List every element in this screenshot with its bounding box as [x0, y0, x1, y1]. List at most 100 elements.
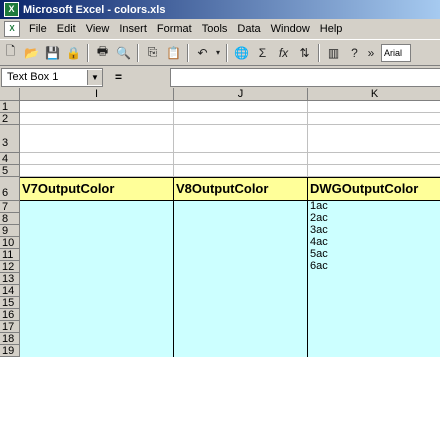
header-cell[interactable]: DWGOutputColor	[308, 177, 440, 201]
data-cell[interactable]	[308, 297, 440, 309]
new-icon[interactable]: 🗋	[1, 43, 20, 62]
empty-cell[interactable]	[308, 113, 440, 125]
row-header[interactable]: 13	[0, 273, 20, 285]
empty-cell[interactable]	[174, 113, 308, 125]
data-cell[interactable]	[20, 213, 174, 225]
data-cell[interactable]	[308, 333, 440, 345]
data-cell[interactable]	[308, 321, 440, 333]
more-buttons-icon[interactable]: »	[366, 43, 376, 62]
empty-cell[interactable]	[308, 125, 440, 153]
row-header[interactable]: 12	[0, 261, 20, 273]
empty-cell[interactable]	[308, 165, 440, 177]
data-cell[interactable]	[308, 285, 440, 297]
data-cell[interactable]	[20, 225, 174, 237]
data-cell[interactable]	[174, 309, 308, 321]
data-cell[interactable]	[174, 213, 308, 225]
row-header[interactable]: 15	[0, 297, 20, 309]
row-header[interactable]: 16	[0, 309, 20, 321]
empty-cell[interactable]	[20, 165, 174, 177]
data-cell[interactable]	[174, 201, 308, 213]
data-cell[interactable]	[20, 321, 174, 333]
data-cell[interactable]	[174, 321, 308, 333]
data-cell[interactable]: 2ac	[308, 213, 440, 225]
empty-cell[interactable]	[174, 165, 308, 177]
data-cell[interactable]	[174, 285, 308, 297]
menu-window[interactable]: Window	[266, 20, 315, 38]
empty-cell[interactable]	[174, 125, 308, 153]
empty-cell[interactable]	[20, 125, 174, 153]
print-preview-icon[interactable]: 🔍	[114, 43, 133, 62]
menu-data[interactable]: Data	[232, 20, 265, 38]
data-cell[interactable]: 3ac	[308, 225, 440, 237]
undo-icon[interactable]: ↶	[193, 43, 212, 62]
workbook-icon[interactable]: X	[4, 21, 20, 37]
help-icon[interactable]: ?	[345, 43, 364, 62]
data-cell[interactable]: 1ac	[308, 201, 440, 213]
row-header[interactable]: 4	[0, 153, 20, 165]
data-cell[interactable]	[20, 273, 174, 285]
undo-dropdown-icon[interactable]: ▾	[214, 43, 222, 62]
data-cell[interactable]	[20, 309, 174, 321]
row-header[interactable]: 11	[0, 249, 20, 261]
data-cell[interactable]	[20, 333, 174, 345]
select-all-corner[interactable]	[0, 88, 20, 101]
data-cell[interactable]	[20, 345, 174, 357]
copy-icon[interactable]: ⎘	[143, 43, 162, 62]
permission-icon[interactable]: 🔒	[64, 43, 83, 62]
save-icon[interactable]: 💾	[43, 43, 62, 62]
data-cell[interactable]: 4ac	[308, 237, 440, 249]
data-cell[interactable]	[174, 261, 308, 273]
menu-edit[interactable]: Edit	[52, 20, 81, 38]
column-header-i[interactable]: I	[20, 88, 174, 101]
column-header-j[interactable]: J	[174, 88, 308, 101]
empty-cell[interactable]	[308, 101, 440, 113]
empty-cell[interactable]	[20, 113, 174, 125]
row-header[interactable]: 7	[0, 201, 20, 213]
data-cell[interactable]	[20, 201, 174, 213]
row-header[interactable]: 8	[0, 213, 20, 225]
data-cell[interactable]	[20, 285, 174, 297]
data-cell[interactable]	[174, 345, 308, 357]
column-header-k[interactable]: K	[308, 88, 440, 101]
row-header[interactable]: 19	[0, 345, 20, 357]
sort-icon[interactable]: ⇅	[295, 43, 314, 62]
header-cell[interactable]: V8OutputColor	[174, 177, 308, 201]
empty-cell[interactable]	[308, 153, 440, 165]
row-header[interactable]: 18	[0, 333, 20, 345]
data-cell[interactable]	[20, 261, 174, 273]
data-cell[interactable]	[308, 345, 440, 357]
hyperlink-icon[interactable]: 🌐	[232, 43, 251, 62]
formula-input[interactable]	[170, 68, 440, 87]
menu-format[interactable]: Format	[152, 20, 197, 38]
row-header[interactable]: 9	[0, 225, 20, 237]
row-header[interactable]: 6	[0, 177, 20, 201]
empty-cell[interactable]	[174, 153, 308, 165]
row-header[interactable]: 17	[0, 321, 20, 333]
chevron-down-icon[interactable]: ▼	[87, 69, 102, 85]
data-cell[interactable]	[308, 273, 440, 285]
row-header[interactable]: 5	[0, 165, 20, 177]
row-header[interactable]: 10	[0, 237, 20, 249]
data-cell[interactable]	[308, 309, 440, 321]
data-cell[interactable]	[174, 297, 308, 309]
empty-cell[interactable]	[174, 101, 308, 113]
menu-help[interactable]: Help	[315, 20, 348, 38]
data-cell[interactable]	[174, 225, 308, 237]
open-icon[interactable]: 📂	[22, 43, 41, 62]
data-cell[interactable]	[174, 333, 308, 345]
font-select[interactable]: Arial	[381, 43, 411, 62]
row-header[interactable]: 2	[0, 113, 20, 125]
header-cell[interactable]: V7OutputColor	[20, 177, 174, 201]
data-cell[interactable]	[174, 249, 308, 261]
empty-cell[interactable]	[20, 153, 174, 165]
empty-cell[interactable]	[20, 101, 174, 113]
menu-insert[interactable]: Insert	[114, 20, 152, 38]
row-header[interactable]: 3	[0, 125, 20, 153]
data-cell[interactable]	[174, 237, 308, 249]
menu-file[interactable]: File	[24, 20, 52, 38]
autosum-icon[interactable]: Σ	[253, 43, 272, 62]
name-box[interactable]: Text Box 1 ▼	[1, 67, 103, 87]
row-header[interactable]: 1	[0, 101, 20, 113]
data-cell[interactable]: 5ac	[308, 249, 440, 261]
function-icon[interactable]: fx	[274, 43, 293, 62]
